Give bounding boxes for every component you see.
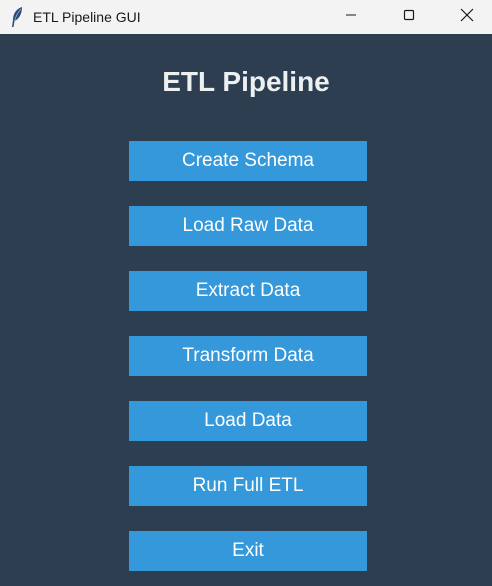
close-icon <box>460 8 474 27</box>
exit-button[interactable]: Exit <box>129 531 367 571</box>
load-raw-data-button[interactable]: Load Raw Data <box>129 206 367 246</box>
create-schema-button[interactable]: Create Schema <box>129 141 367 181</box>
window-titlebar[interactable]: ETL Pipeline GUI <box>0 0 492 34</box>
load-data-button[interactable]: Load Data <box>129 401 367 441</box>
close-button[interactable] <box>444 0 490 34</box>
run-full-etl-button[interactable]: Run Full ETL <box>129 466 367 506</box>
minimize-icon <box>345 8 357 26</box>
maximize-button[interactable] <box>386 0 432 34</box>
main-panel: ETL Pipeline Create Schema Load Raw Data… <box>0 34 492 586</box>
window-title: ETL Pipeline GUI <box>33 9 141 25</box>
extract-data-button[interactable]: Extract Data <box>129 271 367 311</box>
transform-data-button[interactable]: Transform Data <box>129 336 367 376</box>
minimize-button[interactable] <box>328 0 374 34</box>
feather-icon <box>10 6 24 28</box>
maximize-icon <box>403 8 415 26</box>
page-title: ETL Pipeline <box>162 66 330 97</box>
